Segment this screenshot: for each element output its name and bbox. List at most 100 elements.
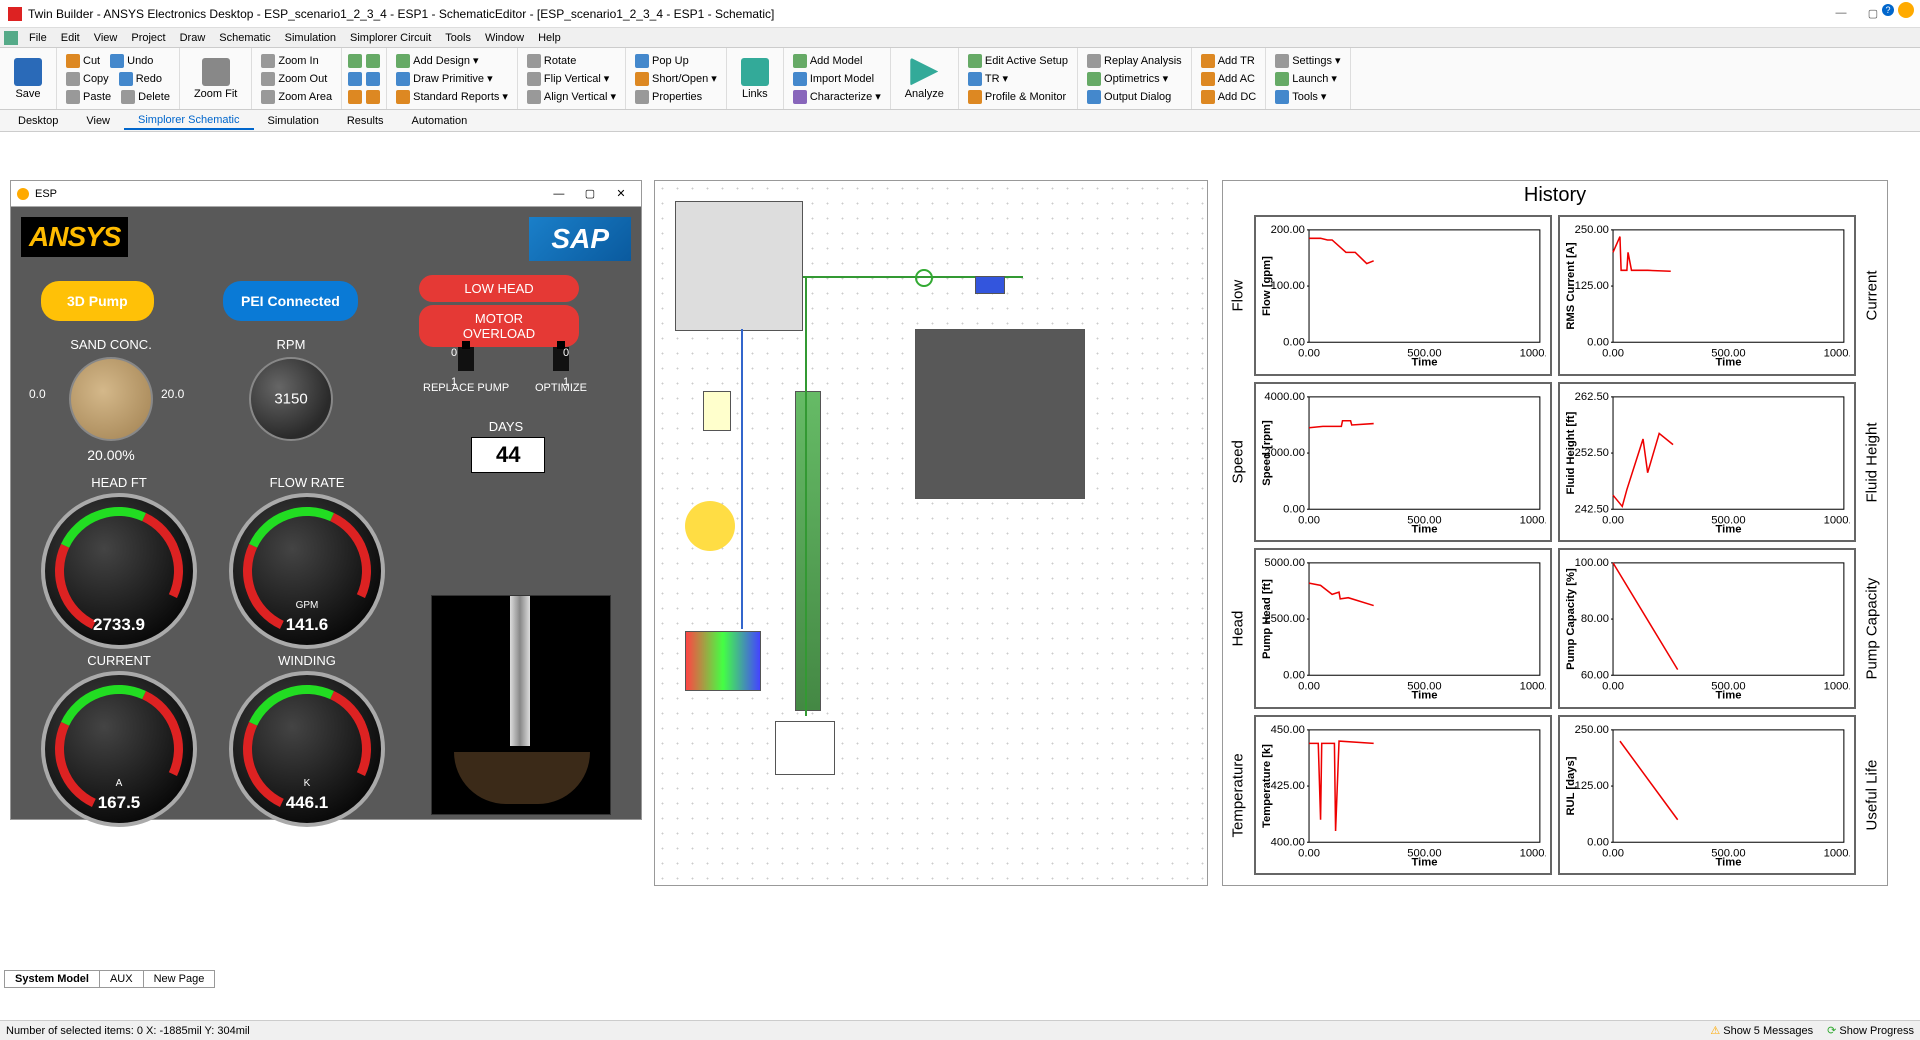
maximize-button[interactable]: ▢ [1866, 7, 1880, 20]
replace-switch[interactable]: 0 1 REPLACE PUMP [423, 347, 509, 394]
delete-button[interactable]: Delete [118, 89, 173, 105]
pagetab-aux[interactable]: AUX [99, 970, 144, 988]
esp-max-button[interactable]: ▢ [576, 187, 604, 200]
tab-simulation[interactable]: Simulation [254, 113, 333, 129]
short-open-button[interactable]: Short/Open ▾ [632, 71, 720, 87]
esp-close-button[interactable]: ✕ [607, 187, 635, 200]
history-chart[interactable]: 0.00125.00250.000.00500.001000.00 Time R… [1558, 215, 1856, 376]
3d-pump-button[interactable]: 3D Pump [41, 281, 154, 321]
add-tr-button[interactable]: Add TR [1198, 53, 1258, 69]
history-chart[interactable]: 400.00425.00450.000.00500.001000.00 Time… [1254, 715, 1552, 876]
menu-project[interactable]: Project [124, 32, 172, 44]
tr-dropdown[interactable]: TR ▾ [965, 71, 1011, 87]
import-model-button[interactable]: Import Model [790, 71, 877, 87]
help-icon[interactable]: ? [1882, 4, 1894, 16]
paste-button[interactable]: Paste [63, 89, 114, 105]
history-chart[interactable]: 60.0080.00100.000.00500.001000.00 Time P… [1558, 548, 1856, 709]
sand-label: SAND CONC. [51, 337, 171, 352]
redo-button[interactable]: Redo [116, 71, 165, 87]
show-progress-button[interactable]: Show Progress [1827, 1024, 1914, 1037]
rpm-knob[interactable]: 3150 [249, 357, 333, 441]
menu-simulation[interactable]: Simulation [278, 32, 343, 44]
tab-automation[interactable]: Automation [398, 113, 482, 129]
properties-button[interactable]: Properties [632, 89, 705, 105]
menu-view[interactable]: View [87, 32, 125, 44]
menu-edit[interactable]: Edit [54, 32, 87, 44]
sand-knob[interactable] [69, 357, 153, 441]
tab-view[interactable]: View [72, 113, 124, 129]
menu-schematic[interactable]: Schematic [212, 32, 277, 44]
rpm-label: RPM [231, 337, 351, 352]
chip-block[interactable] [703, 391, 731, 431]
undo-button[interactable]: Undo [107, 53, 156, 69]
tools-button[interactable]: Tools ▾ [1272, 89, 1329, 105]
profile-button[interactable]: Profile & Monitor [965, 89, 1069, 105]
minimize-button[interactable]: — [1834, 7, 1848, 20]
add-dc-button[interactable]: Add DC [1198, 89, 1260, 105]
menu-simplorer[interactable]: Simplorer Circuit [343, 32, 438, 44]
menu-draw[interactable]: Draw [173, 32, 213, 44]
pagetab-system[interactable]: System Model [4, 970, 100, 988]
history-chart[interactable]: 0.00100.00200.000.00500.001000.00 Time F… [1254, 215, 1552, 376]
settings-button[interactable]: Settings ▾ [1272, 53, 1343, 69]
characterize-button[interactable]: Characterize ▾ [790, 89, 884, 105]
history-chart[interactable]: 242.50252.50262.500.00500.001000.00 Time… [1558, 382, 1856, 543]
bottom-block[interactable] [775, 721, 835, 775]
tank-icon[interactable] [975, 276, 1005, 294]
svg-text:Time: Time [1715, 856, 1741, 868]
menu-tools[interactable]: Tools [438, 32, 478, 44]
optimize-switch[interactable]: 0 1 OPTIMIZE [535, 347, 587, 394]
draw-primitive-button[interactable]: Draw Primitive ▾ [393, 71, 495, 87]
save-button[interactable]: Save [6, 54, 50, 104]
zoom-fit-button[interactable]: Zoom Fit [186, 54, 245, 104]
menu-file[interactable]: File [22, 32, 54, 44]
flow-label: FLOW RATE [227, 475, 387, 490]
tab-results[interactable]: Results [333, 113, 398, 129]
cabinet-block[interactable] [675, 201, 803, 331]
edit-setup-button[interactable]: Edit Active Setup [965, 53, 1071, 69]
schematic-panel[interactable] [654, 180, 1208, 886]
zoom-in-button[interactable]: Zoom In [258, 53, 321, 69]
row-label: Flow [1228, 215, 1248, 376]
standard-reports-button[interactable]: Standard Reports ▾ [393, 89, 511, 105]
replay-button[interactable]: Replay Analysis [1084, 53, 1185, 69]
hmi-block[interactable] [915, 329, 1085, 499]
launch-button[interactable]: Launch ▾ [1272, 71, 1340, 87]
fem-block[interactable] [685, 631, 761, 691]
circle-block-1[interactable] [685, 501, 735, 551]
pei-connected-button[interactable]: PEI Connected [223, 281, 358, 321]
menu-window[interactable]: Window [478, 32, 531, 44]
svg-text:1000.00: 1000.00 [1520, 514, 1546, 526]
history-chart[interactable]: 0.002500.005000.000.00500.001000.00 Time… [1254, 548, 1552, 709]
add-model-button[interactable]: Add Model [790, 53, 866, 69]
show-messages-button[interactable]: Show 5 Messages [1710, 1024, 1813, 1037]
zoom-out-button[interactable]: Zoom Out [258, 71, 330, 87]
schematic-canvas[interactable]: ESP — ▢ ✕ ANSYS SAP 3D Pump PEI Connecte… [0, 132, 1920, 1010]
flip-vertical-button[interactable]: Flip Vertical ▾ [524, 71, 612, 87]
pagetab-new[interactable]: New Page [143, 970, 216, 988]
meter-icon[interactable] [915, 269, 933, 287]
add-ac-button[interactable]: Add AC [1198, 71, 1258, 87]
menu-help[interactable]: Help [531, 32, 568, 44]
tab-desktop[interactable]: Desktop [4, 113, 72, 129]
copy-button[interactable]: Copy [63, 71, 112, 87]
cut-button[interactable]: Cut [63, 53, 103, 69]
motor-overload-alert: MOTOR OVERLOAD [419, 305, 579, 347]
history-chart[interactable]: 0.00125.00250.000.00500.001000.00 Time R… [1558, 715, 1856, 876]
pump-column[interactable] [795, 391, 821, 711]
add-design-button[interactable]: Add Design ▾ [393, 53, 481, 69]
analyze-button[interactable]: Analyze [897, 54, 952, 104]
align-vertical-button[interactable]: Align Vertical ▾ [524, 89, 619, 105]
zoom-area-button[interactable]: Zoom Area [258, 89, 335, 105]
svg-text:Time: Time [1715, 357, 1741, 369]
rotate-button[interactable]: Rotate [524, 53, 579, 69]
popup-button[interactable]: Pop Up [632, 53, 692, 69]
svg-text:1000.00: 1000.00 [1824, 681, 1850, 693]
tab-simplorer[interactable]: Simplorer Schematic [124, 112, 253, 130]
output-button[interactable]: Output Dialog [1084, 89, 1174, 105]
links-button[interactable]: Links [733, 54, 777, 104]
history-chart[interactable]: 0.002000.004000.000.00500.001000.00 Time… [1254, 382, 1552, 543]
optimetrics-button[interactable]: Optimetrics ▾ [1084, 71, 1171, 87]
svg-text:1000.00: 1000.00 [1520, 348, 1546, 360]
esp-min-button[interactable]: — [545, 188, 573, 200]
